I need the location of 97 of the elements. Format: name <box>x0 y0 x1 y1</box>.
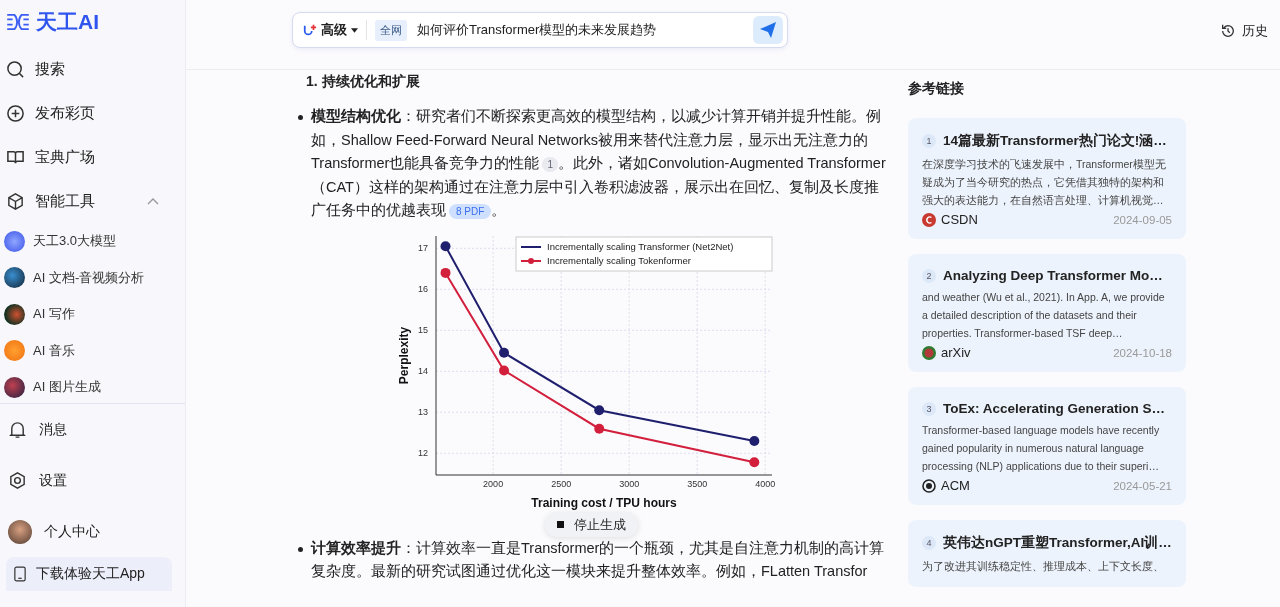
reference-snippet: Transformer-based language models have recently gained popularity in numerous natural language processing (NLP) applications due to their superi… <box>922 423 1161 474</box>
nav-item[interactable]: 宝典广场 <box>0 135 185 179</box>
reference-date: 2024-10-18 <box>1113 346 1172 359</box>
nav-item[interactable]: 发布彩页 <box>0 91 185 135</box>
caret-icon <box>351 27 358 33</box>
section-heading: 1. 持续优化和扩展 <box>305 73 421 91</box>
tool-item[interactable]: AI 写作 <box>0 296 185 333</box>
reference-card[interactable]: 4 英伟达nGPT重塑Transformer,AI训… 为了改进其训练稳定性、推理成本、上下文长度、 <box>908 520 1186 587</box>
query-input[interactable]: 如何评价Transformer模型的未来发展趋势 <box>415 21 745 39</box>
x-tick-label: 3000 <box>619 478 640 489</box>
x-axis-title: Training cost / TPU hours <box>531 495 677 510</box>
avatar-icon <box>8 519 32 544</box>
y-tick-label: 17 <box>418 242 428 253</box>
source-name: arXiv <box>941 345 971 360</box>
menu-item[interactable]: 个人中心 <box>0 506 185 557</box>
reference-date: 2024-05-21 <box>1113 479 1172 492</box>
send-icon <box>758 20 778 40</box>
history-icon <box>1220 23 1236 39</box>
plus-circle-icon <box>6 103 25 123</box>
reference-card[interactable]: 2 Analyzing Deep Transformer Mo… and weather (Wu et al., 2021). In App. A, we provide a detailed description of the datasets and their properties. Transformer-based TSF deep… arXiv 2024-10-18 <box>908 254 1186 372</box>
y-tick-label: 16 <box>418 283 428 294</box>
reference-snippet: and weather (Wu et al., 2021). In App. A, we provide a detailed description of the datasets and their properties. Transformer-based TSF deep… <box>922 290 1166 341</box>
stop-icon <box>556 521 564 528</box>
reference-card[interactable]: 3 ToEx: Accelerating Generation S… Transformer-based language models have recently gained popularity in numerous natural language processing (NLP) applications due to their superi… ACM 2024-05-21 <box>908 387 1186 505</box>
bullet-dot <box>298 546 303 552</box>
y-tick-label: 14 <box>418 365 428 376</box>
bell-icon <box>8 420 27 439</box>
reference-date: 2024-09-05 <box>1113 213 1172 226</box>
data-point <box>499 347 509 358</box>
citation-link[interactable]: 1 <box>542 157 558 172</box>
data-point <box>499 364 509 375</box>
y-tick-label: 12 <box>418 447 428 458</box>
source-name: CSDN <box>941 212 978 227</box>
menu-item[interactable]: 消息 <box>0 404 185 455</box>
y-tick-label: 15 <box>418 324 428 335</box>
tool-icon <box>4 340 25 362</box>
legend-label: Incrementally scaling Tokenformer <box>547 254 691 266</box>
logo-icon <box>6 13 30 31</box>
send-button[interactable] <box>753 16 783 44</box>
index-badge: 3 <box>922 401 936 416</box>
source-name: ACM <box>941 478 970 493</box>
index-badge: 1 <box>922 134 936 148</box>
x-tick-label: 2500 <box>551 478 572 489</box>
data-point <box>749 456 760 467</box>
source-icon <box>922 212 936 227</box>
tool-icon <box>4 267 25 289</box>
mode-dropdown[interactable]: 高级 <box>303 20 367 40</box>
reference-snippet: 为了改进其训练稳定性、推理成本、上下文长度、 <box>922 559 1165 574</box>
index-badge: 2 <box>922 268 936 283</box>
menu-item[interactable]: 设置 <box>0 455 185 506</box>
y-axis-title: Perplexity <box>397 326 411 384</box>
tool-icon <box>4 376 25 398</box>
reference-snippet: 在深度学习技术的飞速发展中，Transformer模型无疑成为了当今研究的热点，它凭借其独特的架构和强大的表达能力，在自然语言处理、计算机视觉… <box>922 157 1167 208</box>
search-icon <box>6 59 25 79</box>
citation-link[interactable]: 8 PDF <box>449 204 492 219</box>
x-tick-label: 2000 <box>483 478 504 489</box>
history-button[interactable]: 历史 <box>1220 22 1268 40</box>
data-point <box>749 435 760 446</box>
download-button[interactable]: 下载体验天工App <box>6 557 172 591</box>
data-point <box>440 267 451 278</box>
x-tick-label: 3500 <box>687 478 708 489</box>
nav-item[interactable]: 搜索 <box>0 47 185 91</box>
paragraph: 计算效率提升：计算效率一直是Transformer的一个瓶颈，尤其是自注意力机制的高计算复杂度。最新的研究试图通过优化这一模块来提升整体效率。例如，FLatten Transfor <box>311 538 886 581</box>
cube-icon <box>6 191 25 211</box>
reference-title: 14篇最新Transformer热门论文!涵… <box>943 132 1167 150</box>
legend-marker <box>520 245 542 248</box>
tool-item[interactable]: AI 图片生成 <box>0 369 185 403</box>
data-point <box>594 404 605 415</box>
data-point <box>440 240 451 251</box>
reference-title: Analyzing Deep Transformer Mo… <box>943 268 1163 283</box>
source-icon <box>922 345 936 360</box>
search-field[interactable]: 高级 全网 如何评价Transformer模型的未来发展趋势 <box>292 12 788 48</box>
bullet-dot <box>298 115 303 120</box>
data-point <box>594 423 605 434</box>
scope-tag[interactable]: 全网 <box>375 19 407 41</box>
tool-icon <box>4 230 25 252</box>
reference-card[interactable]: 1 14篇最新Transformer热门论文!涵… 在深度学习技术的飞速发展中，Transformer模型无疑成为了当今研究的热点，它凭借其独特的架构和强大的表达能力，在自然语言处理、计算机视觉… CSDN 2024-09-05 <box>908 118 1186 239</box>
settings-icon <box>8 471 27 490</box>
legend-label: Incrementally scaling Transformer (Net2Net) <box>547 240 734 252</box>
paragraph: 模型结构优化：研究者们不断探索更高效的模型结构，以减少计算开销并提升性能。例如，Shallow Feed-Forward Neural Networks被用来替代注意力层，显示出无注意力的Transformer也能具备竞争力的性能 1 。此外，诸如Convolution-Augmented Transformer（CAT）这样的架构通过在注意力层中引入卷积滤波器，展示出在回忆、复制及长度推广任务中的优越表现 8 PDF 。 <box>311 107 886 221</box>
nav-item[interactable]: 智能工具 <box>0 179 185 223</box>
chevron-up-icon[interactable] <box>147 197 159 205</box>
reference-title: 英伟达nGPT重塑Transformer,AI训… <box>943 534 1172 552</box>
references-title: 参考链接 <box>908 80 965 98</box>
tool-item[interactable]: AI 音乐 <box>0 332 185 369</box>
tool-item[interactable]: 天工3.0大模型 <box>0 223 185 260</box>
phone-icon <box>14 566 26 582</box>
brand-name: 天工AI <box>36 9 99 35</box>
y-tick-label: 13 <box>418 406 428 417</box>
source-icon <box>922 478 936 493</box>
tool-item[interactable]: AI 文档-音视频分析 <box>0 259 185 296</box>
reference-title: ToEx: Accelerating Generation S… <box>943 401 1166 416</box>
legend-marker <box>520 257 542 264</box>
index-badge: 4 <box>922 536 936 550</box>
stop-button[interactable]: 停止生成 <box>544 512 638 537</box>
x-tick-label: 4000 <box>755 478 776 489</box>
tool-icon <box>4 303 25 325</box>
